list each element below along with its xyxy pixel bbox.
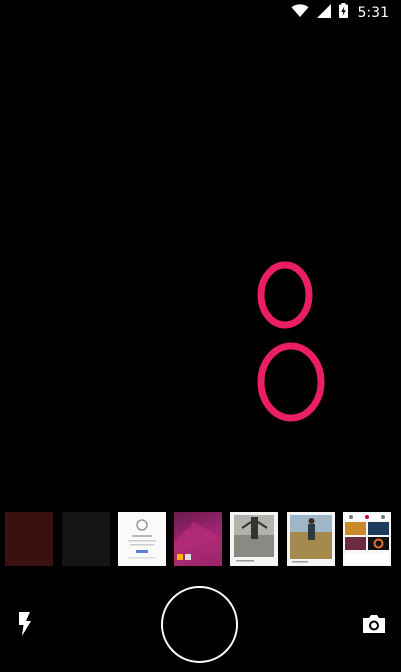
gallery-thumb-7[interactable] xyxy=(343,512,391,566)
status-bar: 5:31 xyxy=(0,0,401,26)
gallery-thumb-5[interactable] xyxy=(230,512,278,566)
camera-icon xyxy=(361,615,387,640)
gallery-thumb-4[interactable] xyxy=(174,512,222,566)
flash-button[interactable] xyxy=(14,610,36,638)
gallery-thumb-6[interactable] xyxy=(287,512,335,566)
flash-icon xyxy=(14,612,36,642)
camera-controls xyxy=(0,566,401,672)
gallery-thumb-2[interactable] xyxy=(62,512,110,566)
wifi-icon xyxy=(291,3,309,23)
shutter-button[interactable] xyxy=(161,586,238,663)
camera-screen: 5:31 xyxy=(0,0,401,672)
signal-icon xyxy=(316,3,331,23)
gallery-thumb-1[interactable] xyxy=(5,512,53,566)
switch-camera-button[interactable] xyxy=(361,612,387,636)
focus-ring-icon xyxy=(257,261,325,422)
viewfinder[interactable] xyxy=(0,26,401,510)
gallery-strip xyxy=(0,512,401,566)
battery-charging-icon xyxy=(338,3,348,23)
gallery-thumb-3[interactable] xyxy=(118,512,166,566)
status-time: 5:31 xyxy=(357,5,389,21)
